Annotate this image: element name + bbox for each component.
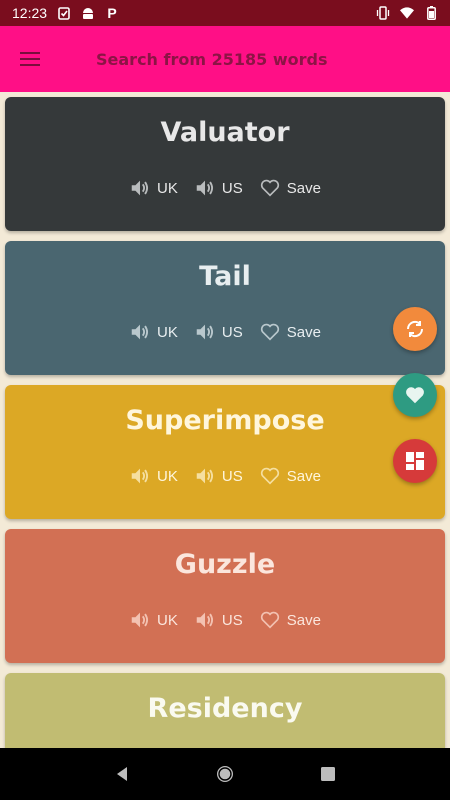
save-button[interactable]: Save	[259, 321, 321, 343]
us-label: US	[221, 179, 243, 197]
save-button[interactable]: Save	[259, 177, 321, 199]
pronounce-uk-button[interactable]: UK	[129, 177, 178, 199]
us-label: US	[221, 611, 243, 629]
refresh-icon	[406, 320, 424, 338]
us-label: US	[221, 467, 243, 485]
pronounce-uk-button[interactable]: UK	[129, 609, 178, 631]
favorites-button[interactable]	[393, 373, 437, 417]
heart-outline-icon	[259, 177, 281, 199]
speaker-icon	[194, 609, 216, 631]
refresh-button[interactable]	[393, 307, 437, 351]
uk-label: UK	[157, 467, 178, 485]
speaker-icon	[129, 609, 151, 631]
heart-outline-icon	[259, 465, 281, 487]
pronunciation-actions: UK US Save	[5, 177, 445, 199]
word-card[interactable]: Valuator UK US Save	[5, 97, 445, 231]
pronounce-us-button[interactable]: US	[194, 321, 243, 343]
dashboard-button[interactable]	[393, 439, 437, 483]
recents-icon[interactable]	[308, 754, 348, 794]
word-card[interactable]: Residency UK US Save	[5, 673, 445, 748]
word-card[interactable]: Tail UK US Save	[5, 241, 445, 375]
edit-check-icon	[57, 6, 71, 20]
search-input[interactable]: Search from 25185 words	[96, 50, 327, 69]
uk-label: UK	[157, 179, 178, 197]
speaker-icon	[194, 465, 216, 487]
p-icon: P	[105, 5, 119, 21]
pronounce-uk-button[interactable]: UK	[129, 465, 178, 487]
status-left: 12:23 P	[12, 5, 119, 21]
word-title: Superimpose	[125, 405, 325, 436]
pronounce-uk-button[interactable]: UK	[129, 321, 178, 343]
vibrate-icon	[376, 6, 390, 20]
word-title: Residency	[147, 693, 303, 724]
heart-outline-icon	[259, 609, 281, 631]
word-card[interactable]: Superimpose UK US Save	[5, 385, 445, 519]
pronunciation-actions: UK US Save	[5, 465, 445, 487]
save-button[interactable]: Save	[259, 609, 321, 631]
battery-icon	[424, 6, 438, 20]
word-title: Tail	[199, 261, 251, 292]
speaker-icon	[129, 321, 151, 343]
us-label: US	[221, 323, 243, 341]
uk-label: UK	[157, 611, 178, 629]
pronunciation-actions: UK US Save	[5, 321, 445, 343]
word-title: Valuator	[160, 117, 290, 148]
status-right	[376, 6, 438, 20]
speaker-icon	[129, 465, 151, 487]
heart-icon	[406, 387, 424, 404]
hamburger-icon[interactable]	[0, 26, 60, 92]
pronounce-us-button[interactable]: US	[194, 177, 243, 199]
save-label: Save	[286, 611, 321, 629]
dashboard-icon	[406, 452, 424, 470]
pronunciation-actions: UK US Save	[5, 609, 445, 631]
heart-outline-icon	[259, 321, 281, 343]
speaker-icon	[194, 177, 216, 199]
save-button[interactable]: Save	[259, 465, 321, 487]
uk-label: UK	[157, 323, 178, 341]
word-card[interactable]: Guzzle UK US Save	[5, 529, 445, 663]
nav-bar	[0, 748, 450, 800]
pronounce-us-button[interactable]: US	[194, 465, 243, 487]
save-label: Save	[286, 467, 321, 485]
word-list: Valuator UK US Save Tail UK US Save Supe…	[0, 92, 450, 748]
app-bar: Search from 25185 words	[0, 26, 450, 92]
android-icon	[81, 6, 95, 20]
save-label: Save	[286, 179, 321, 197]
status-time: 12:23	[12, 5, 48, 21]
wifi-icon	[400, 6, 414, 20]
save-label: Save	[286, 323, 321, 341]
p-label: P	[107, 5, 117, 21]
speaker-icon	[129, 177, 151, 199]
pronounce-us-button[interactable]: US	[194, 609, 243, 631]
status-bar: 12:23 P	[0, 0, 450, 26]
back-icon[interactable]	[102, 754, 142, 794]
word-title: Guzzle	[174, 549, 276, 580]
home-icon[interactable]	[205, 754, 245, 794]
speaker-icon	[194, 321, 216, 343]
